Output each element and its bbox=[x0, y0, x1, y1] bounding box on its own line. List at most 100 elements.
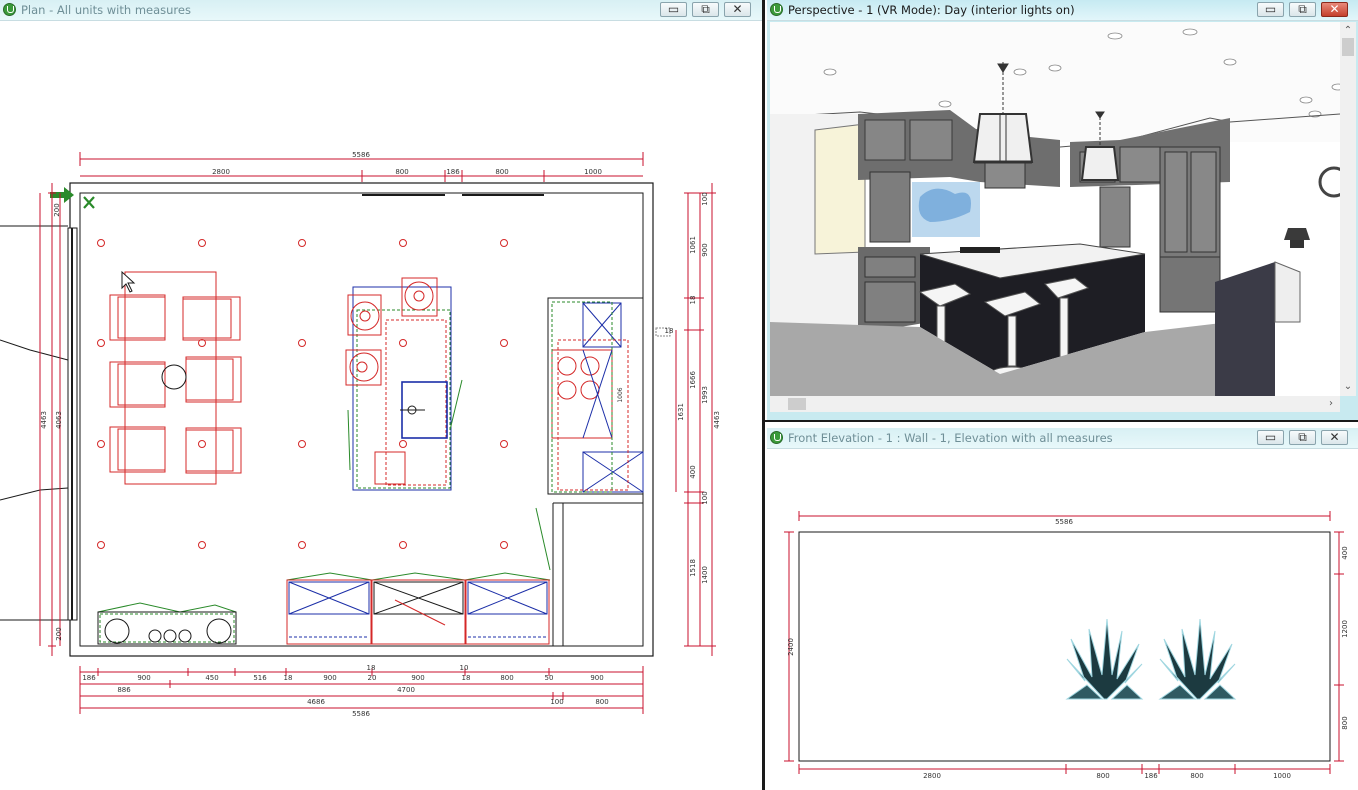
dim-bottom-total: 5586 bbox=[352, 710, 370, 718]
scroll-right-icon[interactable]: › bbox=[1324, 397, 1338, 411]
perspective-hscrollbar[interactable]: › bbox=[770, 396, 1340, 412]
dim-left-b: 4063 bbox=[55, 411, 63, 429]
dim-right-e: 18 bbox=[665, 327, 674, 335]
dim-bottom-1-0: 186 bbox=[82, 674, 96, 682]
scroll-up-icon[interactable]: ⌃ bbox=[1341, 24, 1355, 38]
dim-top-c: 186 bbox=[446, 168, 460, 176]
perspective-viewport[interactable] bbox=[770, 22, 1340, 396]
dim-top-a: 2800 bbox=[212, 168, 230, 176]
dim-bottom-1-9: 800 bbox=[500, 674, 513, 682]
elevation-drawing[interactable]: 5586 2400 400 1200 800 2800 800 186 800 … bbox=[767, 449, 1358, 790]
minimize-icon: ▭ bbox=[1264, 430, 1277, 444]
restore-button[interactable]: ⧉ bbox=[1289, 430, 1316, 445]
scroll-down-icon[interactable]: ⌄ bbox=[1341, 380, 1355, 394]
minimize-button[interactable]: ▭ bbox=[660, 2, 687, 17]
close-icon: ✕ bbox=[1329, 430, 1340, 444]
app-icon bbox=[770, 431, 783, 444]
dim-left-c: 4463 bbox=[40, 411, 48, 429]
restore-icon: ⧉ bbox=[1298, 430, 1307, 444]
dim-bottom-2-a: 886 bbox=[117, 686, 131, 694]
elev-dim-right-b: 1200 bbox=[1341, 620, 1349, 638]
close-icon: ✕ bbox=[1329, 2, 1340, 16]
ceiling-lights bbox=[97, 239, 508, 549]
plan-canvas[interactable]: 5586 2800 800 186 800 1000 200 4063 4463… bbox=[0, 21, 762, 790]
elev-dim-right-c: 800 bbox=[1341, 716, 1349, 729]
perspective-window-title: Perspective - 1 (VR Mode): Day (interior… bbox=[788, 3, 1075, 17]
elevation-window[interactable]: Front Elevation - 1 : Wall - 1, Elevatio… bbox=[767, 428, 1358, 790]
hscroll-thumb[interactable] bbox=[788, 398, 806, 410]
close-icon: ✕ bbox=[732, 2, 743, 16]
plan-titlebar[interactable]: Plan - All units with measures ▭ ⧉ ✕ bbox=[0, 0, 762, 21]
base-units-bottom bbox=[286, 572, 551, 645]
plan-window[interactable]: Plan - All units with measures ▭ ⧉ ✕ 558… bbox=[0, 0, 762, 790]
perspective-vscrollbar[interactable]: ⌃ ⌄ bbox=[1340, 22, 1356, 396]
elev-dim-left: 2400 bbox=[787, 638, 795, 656]
dim-right-k: 100 bbox=[701, 491, 709, 504]
minimize-icon: ▭ bbox=[667, 2, 680, 16]
perspective-titlebar[interactable]: Perspective - 1 (VR Mode): Day (interior… bbox=[767, 0, 1358, 21]
restore-icon: ⧉ bbox=[1298, 2, 1307, 16]
dim-right-h: 1993 bbox=[701, 386, 709, 404]
dim-right-l: 1518 bbox=[689, 559, 697, 577]
dim-bottom-1-1: 900 bbox=[137, 674, 150, 682]
plant-left-icon bbox=[1065, 614, 1144, 700]
dim-bottom-1-3: 516 bbox=[253, 674, 267, 682]
tall-units bbox=[535, 297, 644, 646]
dim-right-j: 400 bbox=[689, 465, 697, 478]
app-icon bbox=[770, 3, 783, 16]
dim-top-e: 1000 bbox=[584, 168, 602, 176]
dim-bottom-3-b: 100 bbox=[550, 698, 563, 706]
dim-bottom-1-6: 20 bbox=[368, 674, 377, 682]
kitchen-island bbox=[345, 277, 463, 491]
close-button[interactable]: ✕ bbox=[724, 2, 751, 17]
dining-table bbox=[109, 271, 242, 485]
dim-top-d: 800 bbox=[495, 168, 508, 176]
dim-right-m: 1400 bbox=[701, 566, 709, 584]
restore-button[interactable]: ⧉ bbox=[1289, 2, 1316, 17]
restore-button[interactable]: ⧉ bbox=[692, 2, 719, 17]
dim-right-a: 100 bbox=[701, 192, 709, 205]
elev-dim-bottom-2: 186 bbox=[1144, 772, 1158, 780]
elev-dim-bottom-4: 1000 bbox=[1273, 772, 1291, 780]
minimize-button[interactable]: ▭ bbox=[1257, 430, 1284, 445]
dim-bottom-1-10: 50 bbox=[545, 674, 554, 682]
dim-left-d: 200 bbox=[55, 627, 63, 640]
dim-right-f: 1666 bbox=[689, 371, 697, 389]
sideboard bbox=[97, 602, 237, 645]
dim-bottom-1-11: 900 bbox=[590, 674, 603, 682]
dim-bottom-1-8: 18 bbox=[462, 674, 471, 682]
elev-dim-bottom-3: 800 bbox=[1190, 772, 1203, 780]
close-button[interactable]: ✕ bbox=[1321, 430, 1348, 445]
dim-top-total: 5586 bbox=[352, 151, 370, 159]
elev-dim-top: 5586 bbox=[1055, 518, 1073, 526]
horizontal-splitter[interactable] bbox=[765, 420, 1358, 422]
origin-x-icon bbox=[83, 196, 95, 209]
dim-bottom-1-4: 18 bbox=[284, 674, 293, 682]
dim-bottom-extra-b: 10 bbox=[460, 664, 469, 672]
dim-right-d: 18 bbox=[689, 296, 697, 305]
dim-right-i: 1006 bbox=[617, 387, 624, 402]
elevation-titlebar[interactable]: Front Elevation - 1 : Wall - 1, Elevatio… bbox=[767, 428, 1358, 449]
close-button[interactable]: ✕ bbox=[1321, 2, 1348, 17]
vertical-splitter[interactable] bbox=[762, 0, 765, 790]
dim-right-b: 1061 bbox=[689, 236, 697, 254]
elevation-canvas[interactable]: 5586 2400 400 1200 800 2800 800 186 800 … bbox=[767, 449, 1358, 790]
dim-right-total: 4463 bbox=[713, 411, 721, 429]
dim-bottom-1-7: 900 bbox=[411, 674, 424, 682]
dim-right-c: 900 bbox=[701, 243, 709, 256]
app-icon bbox=[3, 3, 16, 16]
plan-drawing[interactable]: 5586 2800 800 186 800 1000 200 4063 4463… bbox=[0, 21, 762, 790]
dim-right-g: 1631 bbox=[677, 403, 685, 421]
perspective-window[interactable]: Perspective - 1 (VR Mode): Day (interior… bbox=[767, 0, 1358, 420]
minimize-button[interactable]: ▭ bbox=[1257, 2, 1284, 17]
kitchen-render bbox=[770, 22, 1340, 396]
vscroll-thumb[interactable] bbox=[1342, 38, 1354, 56]
minimize-icon: ▭ bbox=[1264, 2, 1277, 16]
dim-bottom-3-a: 4686 bbox=[307, 698, 325, 706]
pendant-light-circle bbox=[161, 364, 187, 390]
dim-bottom-extra-a: 18 bbox=[367, 664, 376, 672]
dim-top-b: 800 bbox=[395, 168, 408, 176]
plant-right-icon bbox=[1158, 614, 1237, 700]
dim-bottom-1-2: 450 bbox=[205, 674, 218, 682]
elev-dim-right-a: 400 bbox=[1341, 546, 1349, 559]
